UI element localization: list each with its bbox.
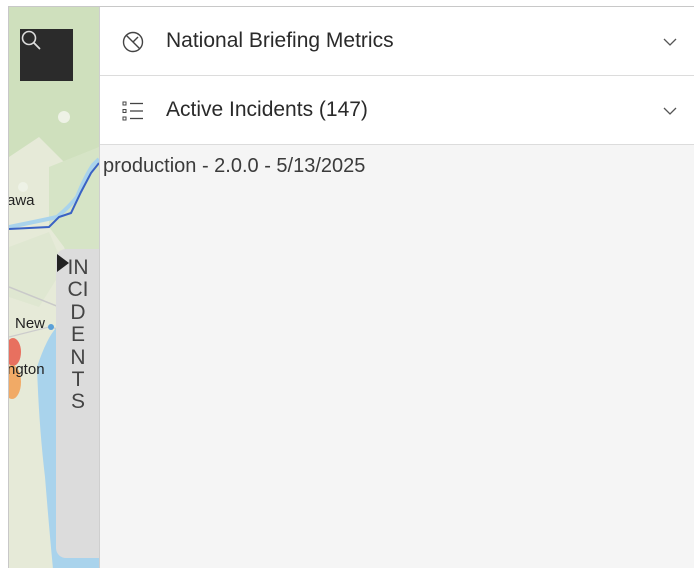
map-label-ottawa: awa: [9, 192, 35, 209]
map-label-new-york: New: [15, 315, 46, 332]
chevron-down-icon[interactable]: [662, 34, 678, 50]
version-text: production - 2.0.0 - 5/13/2025: [103, 155, 366, 177]
search-icon: [21, 30, 41, 50]
map-label-washington: ngton: [9, 361, 45, 378]
map-search-button[interactable]: [20, 29, 73, 81]
side-panel: National Briefing Metrics Active Inciden…: [99, 7, 694, 568]
app-frame: awa New ngton INCIDENTS National Briefin…: [8, 6, 694, 568]
map-view[interactable]: awa New ngton INCIDENTS: [9, 7, 99, 568]
list-icon: [122, 101, 143, 121]
section-header-active-incidents[interactable]: Active Incidents (147): [100, 76, 694, 145]
chevron-down-icon[interactable]: [662, 103, 678, 119]
section-title: National Briefing Metrics: [166, 29, 394, 52]
section-title: Active Incidents (147): [166, 98, 368, 121]
incidents-tab-toggle[interactable]: INCIDENTS: [56, 249, 99, 558]
caret-right-icon: [57, 254, 69, 272]
section-header-national-briefing-metrics[interactable]: National Briefing Metrics: [100, 7, 694, 76]
gauge-icon: [122, 31, 144, 53]
incidents-tab-label: INCIDENTS: [67, 256, 89, 414]
